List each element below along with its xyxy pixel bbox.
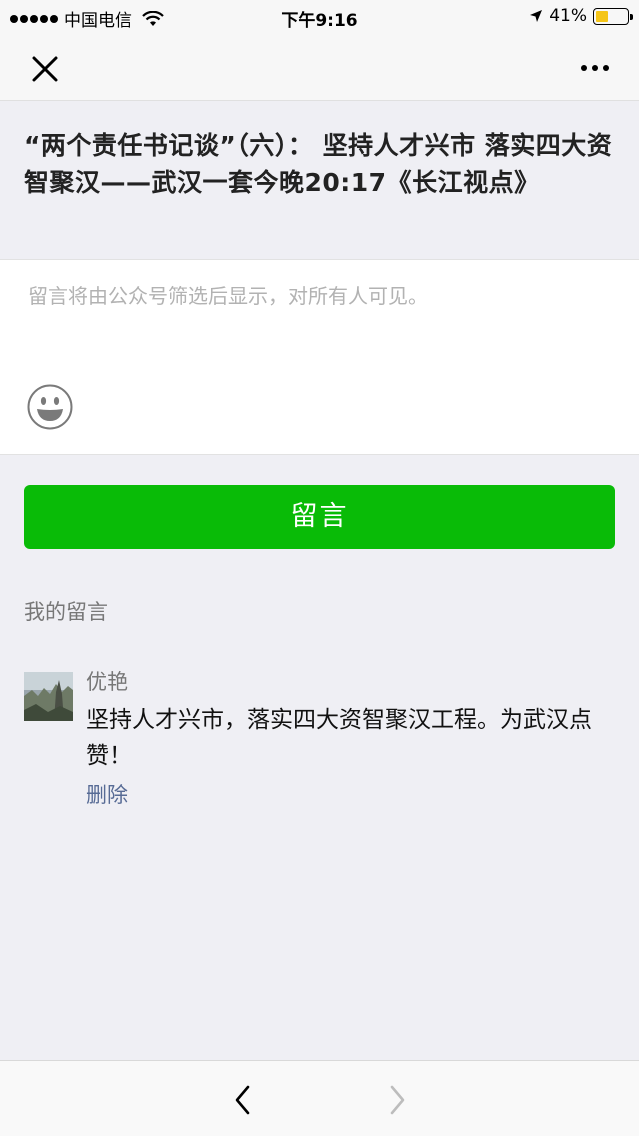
avatar <box>24 672 73 721</box>
bottom-toolbar <box>0 1060 639 1136</box>
screen: 中国电信 下午9:16 41% “两个责任书记谈”（六）： 坚持人才兴市 落实四… <box>0 0 639 1136</box>
emoji-icon[interactable] <box>27 384 73 430</box>
article-title: “两个责任书记谈”（六）： 坚持人才兴市 落实四大资智聚汉——武汉一套今晚20:… <box>24 131 613 197</box>
comment-placeholder: 留言将由公众号筛选后显示，对所有人可见。 <box>28 284 428 308</box>
comment-author: 优艳 <box>86 670 128 694</box>
status-right: 41% <box>529 6 633 26</box>
comment-input[interactable]: 留言将由公众号筛选后显示，对所有人可见。 <box>0 259 639 455</box>
close-icon[interactable] <box>28 52 62 86</box>
battery-fill <box>596 10 608 22</box>
article-title-area: “两个责任书记谈”（六）： 坚持人才兴市 落实四大资智聚汉——武汉一套今晚20:… <box>0 100 639 259</box>
location-arrow-icon <box>530 10 543 22</box>
delete-comment-link[interactable]: 删除 <box>86 778 616 812</box>
nav-bar <box>0 32 639 100</box>
battery-percent: 41% <box>549 6 587 26</box>
chevron-right-icon[interactable] <box>382 1083 412 1117</box>
chevron-left-icon[interactable] <box>228 1083 258 1117</box>
battery-icon <box>593 7 633 25</box>
comment-text: 坚持人才兴市，落实四大资智聚汉工程。为武汉点赞！ <box>86 707 592 769</box>
status-bar: 中国电信 下午9:16 41% <box>0 0 639 32</box>
submit-comment-button[interactable]: 留言 <box>24 485 615 549</box>
my-comments-heading: 我的留言 <box>24 600 108 624</box>
comment-body: 优艳 坚持人才兴市，落实四大资智聚汉工程。为武汉点赞！ 删除 <box>86 664 616 812</box>
more-icon[interactable] <box>577 54 613 82</box>
